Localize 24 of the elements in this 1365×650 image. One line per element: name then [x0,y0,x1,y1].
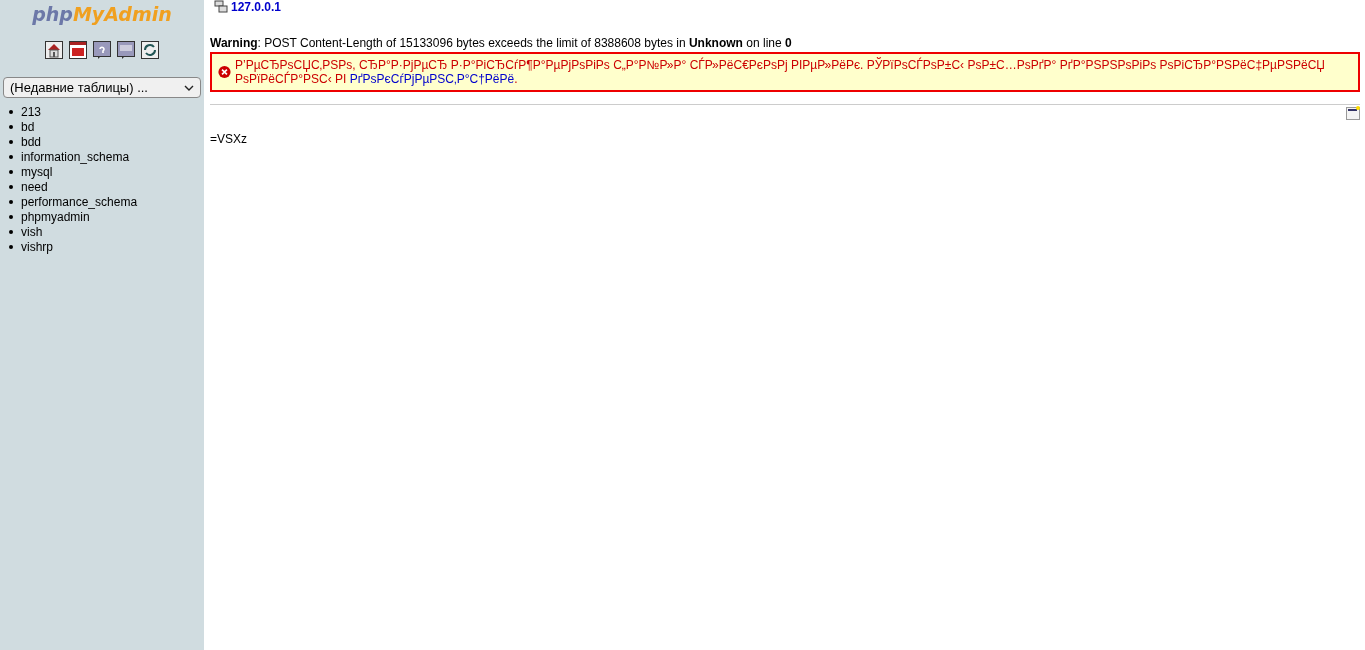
database-link[interactable]: phpmyadmin [21,209,90,224]
reload-icon[interactable] [141,41,159,59]
sql-window-icon[interactable] [69,41,87,59]
database-link[interactable]: performance_schema [21,194,138,209]
notepad-icon[interactable] [1346,106,1360,120]
database-link[interactable]: vishrp [21,239,53,254]
warning-message: Warning: POST Content-Length of 15133096 bytes exceeds the limit of 8388608 bytes in Unknown on line 0 [209,35,793,50]
error-message: Р’РµСЂРѕСЏС‚РЅРѕ, СЂР°Р·РјРµСЂ Р·Р°РіСЂСѓР¶Р°РµРјРѕРіРѕ С„Р°Р№Р»Р° СЃР»РёС€РєРѕРј РІРµР»РёРє. РЎРїРѕСЃРѕР±С‹ РѕР±С…РѕРґР° РґР°РЅРЅРѕРіРѕ РѕРіСЂР°РЅРёС‡РµРЅРёСЏ РѕРїРёСЃР°РЅС‹ РІ РґРѕРєСѓРјРµРЅС‚Р°С†РёРё. [235,58,1326,86]
error-icon [218,64,231,80]
database-link[interactable]: mysql [21,164,53,179]
server-link[interactable]: 127.0.0.1 [231,0,282,14]
server-icon [214,0,228,13]
database-link[interactable]: information_schema [21,149,130,164]
sql-help-icon[interactable] [117,41,135,59]
help-icon[interactable] [93,41,111,59]
chevron-down-icon [184,84,194,91]
recent-tables-dropdown[interactable]: (Недавние таблицы) ... [3,77,201,98]
home-icon[interactable] [45,41,63,59]
database-link[interactable]: vish [21,224,43,239]
database-link[interactable]: bdd [21,134,42,149]
output-text: =VSXz [209,131,249,146]
database-link[interactable]: bd [21,119,35,134]
database-link[interactable]: 213 [21,104,42,119]
database-link[interactable]: need [21,179,48,194]
